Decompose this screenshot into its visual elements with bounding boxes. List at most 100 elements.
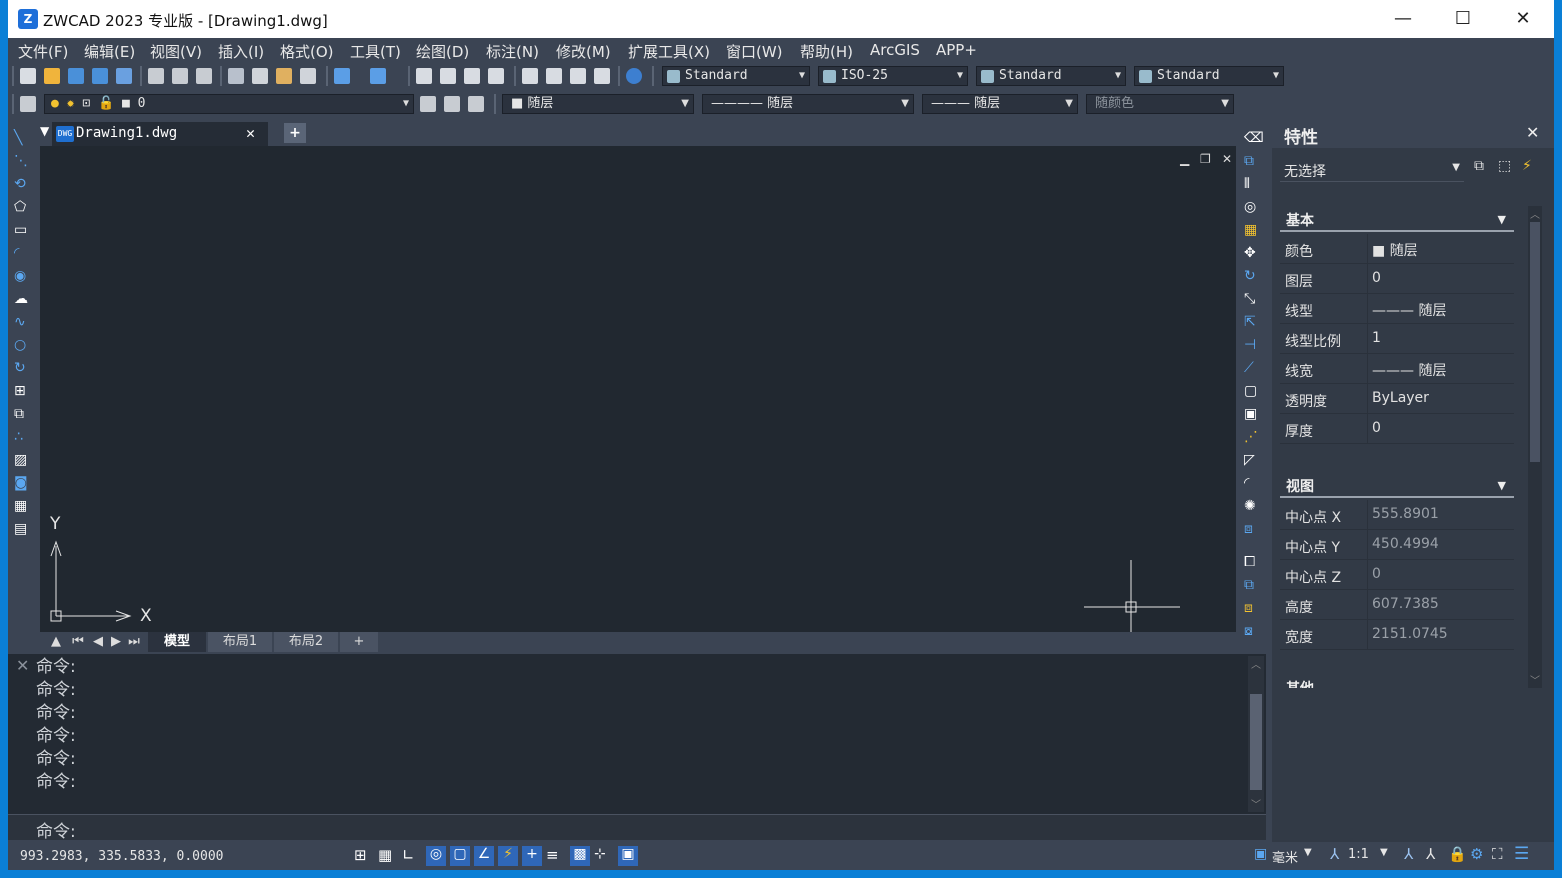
paste-icon[interactable] bbox=[276, 68, 292, 84]
save-as-icon[interactable] bbox=[92, 68, 108, 84]
pan-icon[interactable] bbox=[416, 68, 432, 84]
last-tab-icon[interactable]: ⏭ bbox=[126, 632, 142, 652]
extend-icon[interactable]: ⟋ bbox=[1244, 360, 1260, 376]
line-icon[interactable]: ╲ bbox=[14, 130, 30, 146]
tab-layout1[interactable]: 布局1 bbox=[208, 632, 272, 652]
edit-polyline-icon[interactable]: ⧈ bbox=[1244, 521, 1260, 537]
linetype-select[interactable]: ———— 随层 ▼ bbox=[702, 94, 914, 114]
draw-order-back-icon[interactable]: ⧉ bbox=[1244, 577, 1260, 593]
ellipse-arc-icon[interactable]: ↻ bbox=[14, 360, 30, 376]
trim-icon[interactable]: ⊣ bbox=[1244, 337, 1260, 353]
table-icon[interactable]: ▦ bbox=[14, 498, 30, 514]
open-folder-icon[interactable] bbox=[44, 68, 60, 84]
scale-icon[interactable]: ⤡ bbox=[1244, 291, 1260, 307]
mirror-icon[interactable]: ⫴ bbox=[1244, 176, 1260, 192]
copy-object-icon[interactable]: ⧉ bbox=[1244, 153, 1260, 169]
menu-modify[interactable]: 修改(M) bbox=[556, 41, 611, 62]
minimize-button[interactable]: — bbox=[1374, 0, 1432, 38]
plot-icon[interactable] bbox=[196, 68, 212, 84]
first-tab-icon[interactable]: ⏮ bbox=[70, 632, 86, 652]
transparency-icon[interactable]: ▩ bbox=[570, 846, 590, 866]
print-icon[interactable] bbox=[148, 68, 164, 84]
close-button[interactable]: ✕ bbox=[1494, 0, 1552, 38]
cut-icon[interactable] bbox=[228, 68, 244, 84]
scroll-up-icon[interactable]: ︿ bbox=[1251, 656, 1261, 671]
scroll-down-icon[interactable]: ﹀ bbox=[1251, 796, 1261, 811]
ortho-icon[interactable]: ∟ bbox=[402, 846, 422, 866]
palette-scrollbar[interactable]: ︿ ﹀ bbox=[1528, 206, 1542, 688]
chevron-down-icon[interactable]: ▼ bbox=[1380, 847, 1388, 858]
next-tab-icon[interactable]: ▶ bbox=[108, 632, 124, 652]
customize-menu-icon[interactable]: ☰ bbox=[1514, 844, 1529, 864]
send-under-icon[interactable]: ⧇ bbox=[1244, 623, 1260, 639]
tab-layout2[interactable]: 布局2 bbox=[274, 632, 338, 652]
property-row[interactable]: 厚度 0 bbox=[1280, 414, 1514, 444]
revision-cloud-icon[interactable]: ☁ bbox=[14, 291, 30, 307]
snap-icon[interactable]: ▦ bbox=[378, 846, 398, 866]
region-icon[interactable]: ◙ bbox=[14, 475, 30, 491]
table-style-select[interactable]: Standard ▼ bbox=[976, 66, 1126, 86]
zoom-previous-icon[interactable] bbox=[488, 68, 504, 84]
menu-view[interactable]: 视图(V) bbox=[150, 41, 202, 62]
circle-center-icon[interactable]: ◉ bbox=[14, 268, 30, 284]
polyline-icon[interactable]: ⟲ bbox=[14, 176, 30, 192]
property-row[interactable]: 线型 ——— 随层 bbox=[1280, 294, 1514, 324]
tool-palettes-icon[interactable] bbox=[570, 68, 586, 84]
tabs-scroll-up-icon[interactable]: ▲ bbox=[48, 632, 64, 652]
tab-close-icon[interactable]: ✕ bbox=[246, 124, 255, 142]
add-layout-button[interactable]: + bbox=[340, 632, 378, 652]
lock-ui-icon[interactable]: 🔒 bbox=[1448, 845, 1467, 863]
layer-select[interactable]: ● ✹ ⊡ 🔓 ■ 0 ▼ bbox=[44, 94, 414, 114]
fillet-icon[interactable]: ◜ bbox=[1244, 475, 1260, 491]
scroll-up-icon[interactable]: ︿ bbox=[1530, 206, 1540, 221]
menu-edit[interactable]: 编辑(E) bbox=[84, 41, 135, 62]
annotation-visibility-icon[interactable]: ⅄ bbox=[1404, 845, 1413, 863]
ray-icon[interactable]: ⋱ bbox=[14, 153, 30, 169]
selection-dropdown[interactable]: 无选择 ▼ bbox=[1280, 158, 1464, 182]
multileader-style-select[interactable]: Standard ▼ bbox=[1134, 66, 1284, 86]
hatch-icon[interactable]: ▨ bbox=[14, 452, 30, 468]
property-row[interactable]: 宽度 2151.0745 bbox=[1280, 620, 1514, 650]
chevron-down-icon[interactable]: ▼ bbox=[1304, 847, 1312, 858]
menu-extensions[interactable]: 扩展工具(X) bbox=[628, 41, 710, 62]
arc-icon[interactable]: ◜ bbox=[14, 245, 30, 261]
auto-scale-icon[interactable]: ⅄ bbox=[1426, 845, 1435, 863]
bring-above-icon[interactable]: ⧈ bbox=[1244, 600, 1260, 616]
offset-icon[interactable]: ◎ bbox=[1244, 199, 1260, 215]
rectangle-icon[interactable]: ▭ bbox=[14, 222, 30, 238]
select-objects-icon[interactable]: ⬚ bbox=[1498, 158, 1511, 174]
layer-previous-icon[interactable] bbox=[444, 96, 460, 112]
layer-state-icon[interactable] bbox=[468, 96, 484, 112]
toggle-pickadd-icon[interactable]: ⧉ bbox=[1474, 158, 1484, 174]
circle-icon[interactable]: ○ bbox=[14, 337, 30, 353]
markup-icon[interactable] bbox=[594, 68, 610, 84]
quick-properties-icon[interactable]: ⊹ bbox=[594, 846, 614, 866]
menu-tools[interactable]: 工具(T) bbox=[350, 41, 401, 62]
workspace-gear-icon[interactable]: ⚙ bbox=[1470, 845, 1483, 863]
lineweight-toggle-icon[interactable]: ≡ bbox=[546, 846, 566, 866]
new-file-icon[interactable] bbox=[20, 68, 36, 84]
selection-cycling-icon[interactable]: ▣ bbox=[618, 846, 638, 866]
section-view[interactable]: 视图 ▼ bbox=[1280, 474, 1514, 498]
color-select[interactable]: ■ 随层 ▼ bbox=[502, 94, 694, 114]
property-row[interactable]: 颜色 ■ 随层 bbox=[1280, 234, 1514, 264]
menu-dimension[interactable]: 标注(N) bbox=[486, 41, 539, 62]
drawing-canvas[interactable]: ▁ ❐ ✕ Y X bbox=[40, 146, 1236, 632]
menu-window[interactable]: 窗口(W) bbox=[726, 41, 783, 62]
move-icon[interactable]: ✥ bbox=[1244, 245, 1260, 261]
prev-tab-icon[interactable]: ◀ bbox=[90, 632, 106, 652]
lineweight-select[interactable]: ——— 随层 ▼ bbox=[922, 94, 1078, 114]
annotation-scale-select[interactable]: 1:1 bbox=[1348, 847, 1369, 862]
dim-style-select[interactable]: ISO-25 ▼ bbox=[818, 66, 968, 86]
menu-help[interactable]: 帮助(H) bbox=[800, 41, 853, 62]
command-input[interactable]: 命令: bbox=[8, 814, 1266, 842]
match-properties-icon[interactable] bbox=[300, 68, 316, 84]
maximize-button[interactable]: ☐ bbox=[1434, 0, 1492, 38]
quick-select-icon[interactable]: ⚡ bbox=[1522, 158, 1532, 174]
redo-icon[interactable] bbox=[370, 68, 386, 84]
scroll-thumb[interactable] bbox=[1530, 222, 1540, 462]
property-row[interactable]: 高度 607.7385 bbox=[1280, 590, 1514, 620]
print-preview-icon[interactable] bbox=[172, 68, 188, 84]
zoom-realtime-icon[interactable] bbox=[440, 68, 456, 84]
dynamic-input-icon[interactable]: + bbox=[522, 846, 542, 866]
